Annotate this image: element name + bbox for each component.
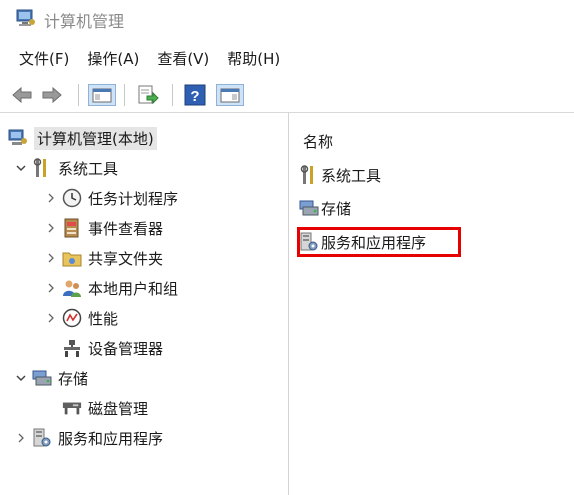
tree-item-device-manager[interactable]: 设备管理器: [62, 335, 163, 361]
performance-icon: [62, 308, 82, 328]
menu-view[interactable]: 查看(V): [148, 44, 218, 72]
computer-management-icon: [16, 9, 35, 26]
tree-item-task-scheduler[interactable]: 任务计划程序: [44, 185, 178, 211]
chevron-right-icon[interactable]: [44, 191, 58, 205]
services-apps-icon: [32, 428, 52, 448]
event-viewer-icon: [62, 218, 82, 238]
help-icon[interactable]: ?: [184, 84, 206, 106]
toolbar-separator: [172, 84, 173, 106]
tree-item-computer-management-local[interactable]: 计算机管理(本地): [8, 125, 157, 151]
tree-item-label: 磁盘管理: [88, 399, 149, 418]
tree-item-system-tools[interactable]: 系统工具: [14, 155, 118, 181]
system-tools-icon: [32, 158, 52, 178]
storage-icon: [32, 368, 52, 388]
clock-icon: [62, 188, 82, 208]
back-arrow-icon[interactable]: [10, 84, 34, 106]
toolbar: ?: [0, 78, 574, 113]
tree-item-label: 存储: [58, 369, 89, 388]
tree-item-disk-management[interactable]: 磁盘管理: [62, 395, 148, 421]
menu-file[interactable]: 文件(F): [10, 44, 78, 72]
console-tree: 计算机管理(本地) 系统工具 任务计划程序 事件查看器 共享文件夹 本地用户和组…: [0, 113, 289, 495]
window-title: 计算机管理: [44, 12, 125, 31]
show-hide-action-pane-icon[interactable]: [216, 84, 244, 106]
chevron-down-icon[interactable]: [14, 371, 28, 385]
tree-item-shared-folders[interactable]: 共享文件夹: [44, 245, 163, 271]
chevron-right-icon[interactable]: [14, 431, 28, 445]
toolbar-separator: [124, 84, 125, 106]
menu-help[interactable]: 帮助(H): [218, 44, 289, 72]
svg-text:?: ?: [190, 88, 199, 105]
chevron-right-icon[interactable]: [44, 281, 58, 295]
tree-item-label: 系统工具: [58, 159, 119, 178]
tree-item-event-viewer[interactable]: 事件查看器: [44, 215, 163, 241]
highlight-box: [297, 227, 461, 257]
tree-item-performance[interactable]: 性能: [44, 305, 118, 331]
tree-item-label: 共享文件夹: [88, 249, 164, 268]
tree-item-label: 本地用户和组: [88, 279, 179, 298]
list-item-label: 存储: [321, 199, 352, 218]
tree-item-local-users-groups[interactable]: 本地用户和组: [44, 275, 178, 301]
tree-item-services-applications[interactable]: 服务和应用程序: [14, 425, 163, 451]
users-icon: [62, 278, 82, 298]
disk-management-icon: [62, 398, 82, 418]
menu-action[interactable]: 操作(A): [78, 44, 148, 72]
list-item-label: 系统工具: [321, 166, 382, 185]
tree-item-label: 服务和应用程序: [58, 429, 164, 448]
storage-icon: [299, 198, 319, 218]
chevron-right-icon[interactable]: [44, 221, 58, 235]
tree-item-label: 性能: [88, 309, 119, 328]
details-pane: 名称 系统工具 存储 服务和应用程序: [289, 113, 574, 495]
chevron-right-icon[interactable]: [44, 251, 58, 265]
chevron-right-icon[interactable]: [44, 311, 58, 325]
chevron-down-icon[interactable]: [14, 161, 28, 175]
computer-management-icon: [8, 128, 28, 148]
menu-bar: 文件(F) 操作(A) 查看(V) 帮助(H): [0, 44, 289, 72]
tree-item-label: 设备管理器: [88, 339, 164, 358]
list-item-storage[interactable]: 存储: [299, 196, 351, 220]
tree-item-label: 任务计划程序: [88, 189, 179, 208]
column-header-name[interactable]: 名称: [303, 131, 333, 152]
system-tools-icon: [299, 165, 319, 185]
export-list-icon[interactable]: [136, 84, 160, 106]
shared-folder-icon: [62, 248, 82, 268]
forward-arrow-icon[interactable]: [40, 84, 64, 106]
tree-item-label: 事件查看器: [88, 219, 164, 238]
tree-item-label: 计算机管理(本地): [34, 126, 157, 150]
title-bar: 计算机管理: [0, 0, 574, 38]
show-hide-console-tree-icon[interactable]: [88, 84, 116, 106]
list-item-system-tools[interactable]: 系统工具: [299, 163, 381, 187]
toolbar-separator: [78, 84, 79, 106]
tree-item-storage[interactable]: 存储: [14, 365, 88, 391]
device-manager-icon: [62, 338, 82, 358]
